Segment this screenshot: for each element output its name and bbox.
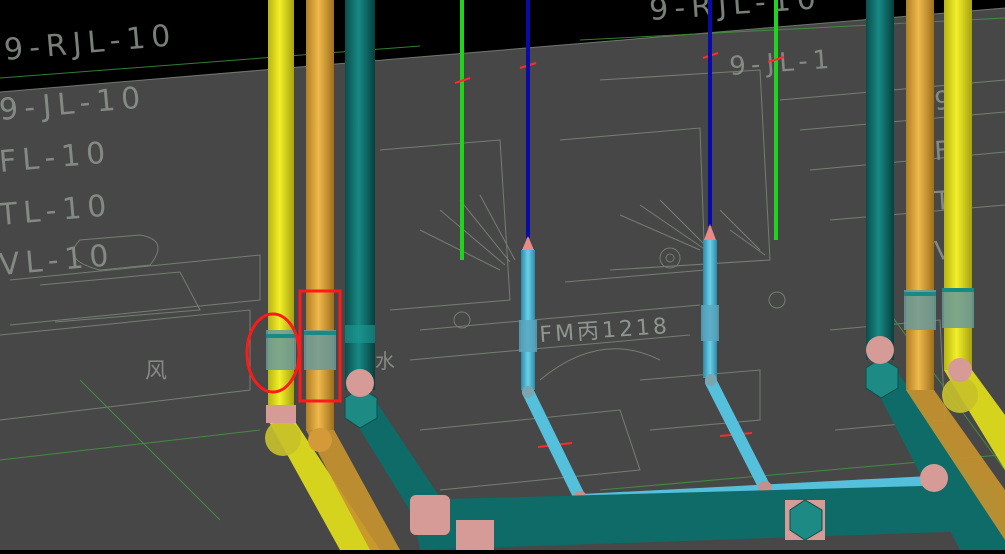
room-label-wind: 风 [145,359,167,384]
3d-model-viewport[interactable]: 9-RJL-10 9-RJL-10 9-JL-1 9-JL-10 FL-10 T… [0,0,1005,550]
floor-plane [0,8,1005,550]
room-label-water: 水 [375,349,395,373]
